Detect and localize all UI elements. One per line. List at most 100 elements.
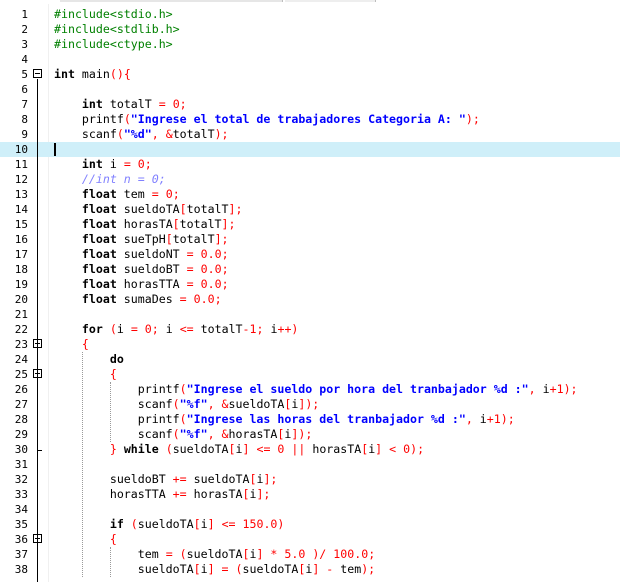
code-line[interactable]: 21: [0, 307, 620, 322]
code-line[interactable]: 32 sueldoBT += sueldoTA[i];: [0, 472, 620, 487]
code-line[interactable]: 19 float horasTTA = 0.0;: [0, 277, 620, 292]
code-line[interactable]: 27 scanf("%f", &sueldoTA[i]);: [0, 397, 620, 412]
code-line[interactable]: 13 float tem = 0;: [0, 187, 620, 202]
code-line[interactable]: 25 {: [0, 367, 620, 382]
code-line[interactable]: 24 do: [0, 352, 620, 367]
code-token: #include<stdlib.h>: [54, 22, 180, 36]
code-line[interactable]: 28 printf("Ingrese las horas del tranbaj…: [0, 412, 620, 427]
code-text: float sueldoTA[totalT];: [54, 202, 243, 217]
code-line[interactable]: 14 float sueldoTA[totalT];: [0, 202, 620, 217]
fold-toggle-icon[interactable]: [33, 69, 42, 78]
code-line[interactable]: 20 float sumaDes = 0.0;: [0, 292, 620, 307]
code-token: totalT: [172, 127, 215, 141]
line-number: 28: [14, 413, 28, 426]
code-line[interactable]: 23 {: [0, 337, 620, 352]
code-line[interactable]: 17 float sueldoNT = 0.0;: [0, 247, 620, 262]
code-editor[interactable]: 1 #include<stdio.h> 2 #include<stdlib.h> 3 #i…: [0, 7, 620, 577]
code-line[interactable]: 33 horasTTA += horasTA[i];: [0, 487, 620, 502]
code-line[interactable]: 15 float horasTA[totalT];: [0, 217, 620, 232]
code-token: sueldoTA: [228, 397, 285, 411]
code-line[interactable]: 11 int i = 0;: [0, 157, 620, 172]
code-text: scanf("%f", &horasTA[i]);: [54, 427, 313, 442]
code-token: [: [193, 517, 201, 531]
code-line[interactable]: 7 int totalT = 0;: [0, 97, 620, 112]
code-line[interactable]: 4: [0, 52, 620, 67]
code-line[interactable]: 8 printf("Ingrese el total de trabajador…: [0, 112, 620, 127]
code-token: i: [102, 157, 124, 171]
line-number: 23: [14, 338, 28, 351]
code-line[interactable]: 9 scanf("%d", &totalT);: [0, 127, 620, 142]
code-line[interactable]: 30 } while (sueldoTA[i] <= 0 || horasTA[…: [0, 442, 620, 457]
code-token: sueldoTA: [137, 517, 194, 531]
code-token: "Ingrese el sueldo por hora del tranbaja…: [186, 382, 529, 396]
code-token: ;: [368, 547, 376, 561]
code-token: ];: [256, 487, 271, 501]
code-line[interactable]: 37 tem = (sueldoTA[i] * 5.0 )/ 100.0;: [0, 547, 620, 562]
code-line[interactable]: 5 int main(){: [0, 67, 620, 82]
code-line[interactable]: 1 #include<stdio.h>: [0, 7, 620, 22]
code-line[interactable]: 34: [0, 502, 620, 517]
code-token: );: [361, 562, 376, 576]
code-token: totalT: [172, 232, 215, 246]
code-token: =: [179, 292, 187, 306]
code-line[interactable]: 36 {: [0, 532, 620, 547]
code-token: (: [165, 442, 173, 456]
code-token: float: [81, 292, 117, 306]
code-line[interactable]: 31: [0, 457, 620, 472]
code-line[interactable]: 2 #include<stdlib.h>: [0, 22, 620, 37]
code-token: scanf: [54, 427, 173, 441]
code-line[interactable]: 16 float sueTpH[totalT];: [0, 232, 620, 247]
code-token: tem: [116, 187, 152, 201]
tab-active[interactable]: [60, 0, 283, 2]
line-number: 11: [14, 158, 28, 171]
code-token: int: [54, 67, 75, 81]
code-text: } while (sueldoTA[i] <= 0 || horasTA[i] …: [54, 442, 424, 457]
code-line[interactable]: 12 //int n = 0;: [0, 172, 620, 187]
code-token: horasTA: [305, 442, 362, 456]
code-token: "%d": [123, 127, 152, 141]
code-token: =: [158, 97, 166, 111]
code-token: horasTA: [228, 427, 278, 441]
line-number: 30: [14, 443, 28, 456]
code-token: ,: [207, 427, 215, 441]
code-text: #include<stdio.h>: [54, 7, 173, 22]
code-line[interactable]: 38 sueldoTA[i] = (sueldoTA[i] - tem);: [0, 562, 620, 577]
code-token: totalT: [193, 322, 243, 336]
line-number: 16: [14, 233, 28, 246]
code-token: 0: [172, 97, 180, 111]
line-number: 22: [14, 323, 28, 336]
code-line[interactable]: 6: [0, 82, 620, 97]
text-cursor: [54, 143, 56, 156]
code-line[interactable]: 18 float sueldoBT = 0.0;: [0, 262, 620, 277]
code-line[interactable]: 10: [0, 142, 620, 157]
code-token: 0: [165, 187, 173, 201]
line-number: 20: [14, 293, 28, 306]
code-line[interactable]: 3 #include<ctype.h>: [0, 37, 620, 52]
code-token: 0: [144, 322, 152, 336]
code-token: totalT: [179, 217, 222, 231]
tab-inactive[interactable]: [285, 0, 376, 2]
code-line[interactable]: 26 printf("Ingrese el sueldo por hora de…: [0, 382, 620, 397]
code-token: i: [200, 562, 208, 576]
code-token: i: [263, 322, 278, 336]
code-token: int: [81, 157, 103, 171]
code-token: [: [172, 217, 180, 231]
code-line[interactable]: 29 scanf("%f", &horasTA[i]);: [0, 427, 620, 442]
code-token: for: [81, 322, 103, 336]
indent-guide: [110, 547, 111, 577]
code-line[interactable]: 22 for (i = 0; i <= totalT-1; i++): [0, 322, 620, 337]
code-token: {: [81, 337, 89, 351]
code-line[interactable]: 35 if (sueldoTA[i] <= 150.0): [0, 517, 620, 532]
